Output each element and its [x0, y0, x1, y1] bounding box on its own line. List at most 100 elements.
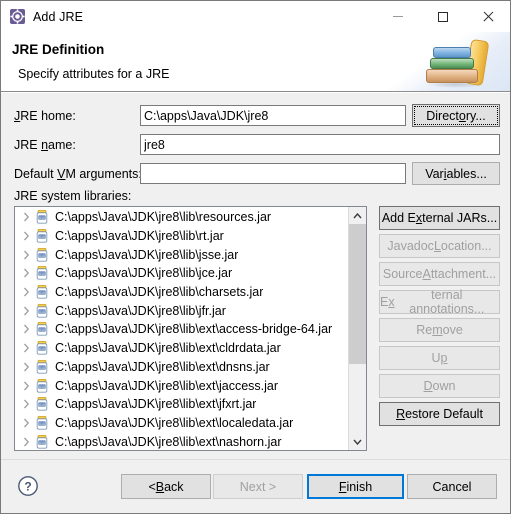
help-icon[interactable]: ?: [17, 475, 39, 497]
jar-icon: 010: [34, 359, 50, 375]
back-button[interactable]: < Back: [121, 474, 211, 499]
back-button-label-post: ack: [164, 479, 184, 494]
chevron-right-icon[interactable]: [19, 306, 34, 316]
tree-row[interactable]: 010 C:\apps\Java\JDK\jre8\lib\resources.…: [15, 208, 348, 227]
chevron-right-icon[interactable]: [19, 231, 34, 241]
chevron-right-icon[interactable]: [19, 250, 34, 260]
jre-name-label-mnemonic: n: [41, 138, 49, 152]
tree-row[interactable]: 010 C:\apps\Java\JDK\jre8\lib\ext\nashor…: [15, 432, 348, 450]
chevron-right-icon[interactable]: [19, 287, 34, 297]
tree-row[interactable]: 010 C:\apps\Java\JDK\jre8\lib\ext\jfxrt.…: [15, 395, 348, 414]
tree-row[interactable]: 010 C:\apps\Java\JDK\jre8\lib\ext\cldrda…: [15, 339, 348, 358]
tree-row-label: C:\apps\Java\JDK\jre8\lib\jce.jar: [55, 266, 233, 281]
directory-button[interactable]: Direct o ry...: [412, 104, 500, 127]
tree-row-label: C:\apps\Java\JDK\jre8\lib\ext\cldrdata.j…: [55, 341, 281, 356]
system-libraries-label: JRE system libraries:: [14, 189, 132, 203]
tree-row[interactable]: 010 C:\apps\Java\JDK\jre8\lib\ext\jacces…: [15, 376, 348, 395]
jar-icon: 010: [34, 265, 50, 281]
svg-text:010: 010: [39, 310, 45, 314]
tree-row-label: C:\apps\Java\JDK\jre8\lib\ext\dnsns.jar: [55, 359, 270, 374]
tree-vertical-scrollbar[interactable]: [348, 207, 366, 450]
javadoc-location-button: Javadoc Location...: [379, 234, 500, 258]
restore-default-button[interactable]: Restore Default: [379, 402, 500, 426]
dialog-footer: ? < Back Next > Finish Cancel: [1, 459, 510, 513]
chevron-right-icon[interactable]: [19, 381, 34, 391]
chevron-right-icon[interactable]: [19, 418, 34, 428]
tree-row[interactable]: 010 C:\apps\Java\JDK\jre8\lib\ext\dnsns.…: [15, 358, 348, 377]
svg-text:010: 010: [39, 291, 45, 295]
tree-row[interactable]: 010 C:\apps\Java\JDK\jre8\lib\ext\access…: [15, 320, 348, 339]
svg-text:010: 010: [39, 347, 45, 351]
tree-row-label: C:\apps\Java\JDK\jre8\lib\ext\nashorn.ja…: [55, 434, 282, 449]
button-label-post: ternal JARs...: [422, 211, 498, 225]
jar-icon: 010: [34, 303, 50, 319]
jar-icon: 010: [34, 247, 50, 263]
vm-arguments-input[interactable]: [140, 163, 406, 184]
title-bar: Add JRE: [1, 1, 510, 32]
window-controls: [375, 1, 510, 32]
svg-text:010: 010: [39, 235, 45, 239]
scrollbar-thumb[interactable]: [349, 224, 366, 364]
button-label-post: ternal annotations...: [409, 288, 485, 316]
button-label-post: ttachment...: [430, 267, 497, 281]
jar-icon: 010: [34, 209, 50, 225]
source-attachment-button: Source Attachment...: [379, 262, 500, 286]
tree-row[interactable]: 010 C:\apps\Java\JDK\jre8\lib\rt.jar: [15, 227, 348, 246]
button-label-pre: E: [380, 295, 389, 309]
tree-row[interactable]: 010 C:\apps\Java\JDK\jre8\lib\ext\locale…: [15, 414, 348, 433]
cancel-button[interactable]: Cancel: [407, 474, 497, 499]
jre-name-input[interactable]: [140, 134, 500, 155]
scroll-up-button[interactable]: [349, 207, 366, 224]
button-label-pre: Re: [416, 323, 433, 337]
directory-button-label-mnemonic: o: [458, 108, 466, 123]
chevron-right-icon[interactable]: [19, 212, 34, 222]
directory-button-label-pre: Direct: [426, 108, 459, 123]
chevron-right-icon[interactable]: [19, 343, 34, 353]
jre-home-label-text: RE home:: [20, 109, 76, 123]
jar-icon: 010: [34, 228, 50, 244]
tree-row[interactable]: 010 C:\apps\Java\JDK\jre8\lib\jfr.jar: [15, 301, 348, 320]
chevron-right-icon[interactable]: [19, 268, 34, 278]
jre-name-label-post: ame:: [48, 138, 76, 152]
jre-name-label: JRE name:: [14, 138, 76, 152]
tree-row-label: C:\apps\Java\JDK\jre8\lib\charsets.jar: [55, 285, 264, 300]
chevron-right-icon[interactable]: [19, 324, 34, 334]
tree-row[interactable]: 010 C:\apps\Java\JDK\jre8\lib\charsets.j…: [15, 283, 348, 302]
button-label-post: estore Default: [405, 407, 483, 421]
variables-button[interactable]: Var i ables...: [412, 162, 500, 185]
chevron-down-icon: [353, 439, 362, 445]
chevron-right-icon[interactable]: [19, 399, 34, 409]
svg-text:010: 010: [39, 328, 45, 332]
dialog-body: JRE home: Directory... JRE name: Default…: [1, 92, 510, 459]
svg-text:010: 010: [39, 422, 45, 426]
tree-row-label: C:\apps\Java\JDK\jre8\lib\ext\access-bri…: [55, 322, 333, 337]
chevron-right-icon[interactable]: [19, 362, 34, 372]
finish-button-label-post: inish: [346, 479, 373, 494]
jar-icon: 010: [34, 434, 50, 450]
finish-button[interactable]: Finish: [307, 474, 404, 499]
scroll-down-button[interactable]: [349, 433, 366, 450]
maximize-icon: [437, 11, 448, 22]
back-button-label-pre: <: [148, 479, 156, 494]
tree-row[interactable]: 010 C:\apps\Java\JDK\jre8\lib\jsse.jar: [15, 245, 348, 264]
svg-text:010: 010: [39, 384, 45, 388]
button-label-mnemonic: p: [440, 351, 448, 365]
vm-arguments-label: Default VM arguments:: [14, 167, 142, 181]
close-button[interactable]: [465, 1, 510, 32]
chevron-right-icon[interactable]: [19, 437, 34, 447]
tree-row-label: C:\apps\Java\JDK\jre8\lib\ext\jaccess.ja…: [55, 378, 279, 393]
jar-icon: 010: [34, 415, 50, 431]
jre-home-input[interactable]: [140, 105, 406, 126]
maximize-button[interactable]: [420, 1, 465, 32]
back-button-label-mnemonic: B: [155, 479, 165, 494]
minimize-button[interactable]: [375, 1, 420, 32]
button-label-mnemonic: R: [396, 407, 406, 421]
add-external-jars-button[interactable]: Add Ex ternal JARs...: [379, 206, 500, 230]
jre-name-label-pre: JRE: [14, 138, 42, 152]
svg-text:010: 010: [39, 366, 45, 370]
tree-row[interactable]: 010 C:\apps\Java\JDK\jre8\lib\jce.jar: [15, 264, 348, 283]
next-button-label-post: ext >: [248, 479, 277, 494]
minimize-icon: [392, 16, 403, 17]
tree-row-label: C:\apps\Java\JDK\jre8\lib\resources.jar: [55, 210, 272, 225]
jre-system-libraries-tree[interactable]: 010 C:\apps\Java\JDK\jre8\lib\resources.…: [14, 206, 367, 451]
